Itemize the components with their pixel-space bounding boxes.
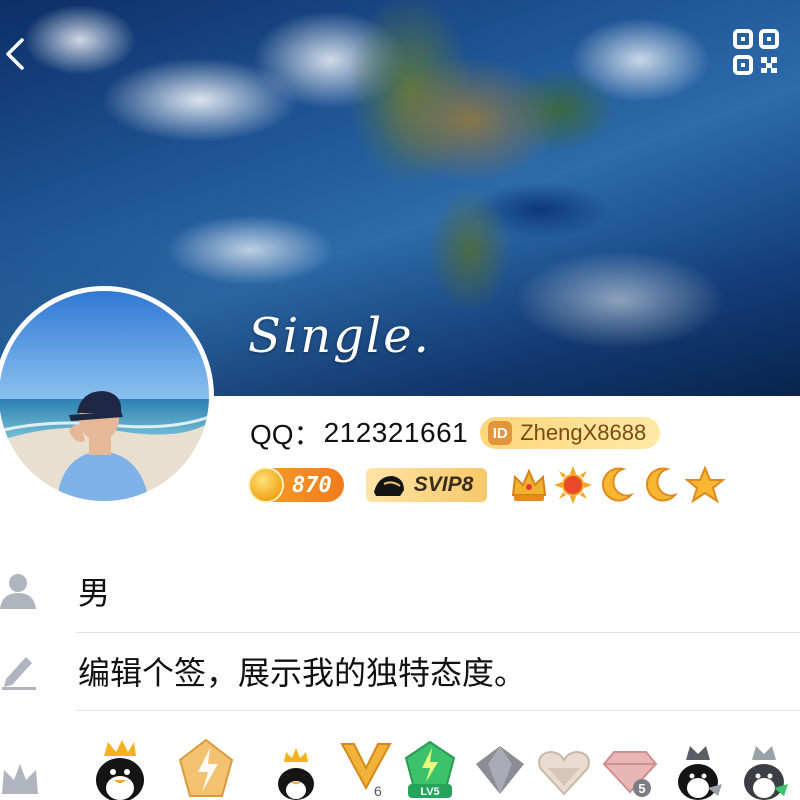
- sun-icon[interactable]: [553, 465, 593, 505]
- diamond-5-icon[interactable]: 5: [600, 738, 660, 800]
- v6-level-text: 6: [374, 783, 382, 799]
- coin-icon: [248, 467, 284, 503]
- nickname-text: Single.: [248, 308, 431, 364]
- back-button[interactable]: [2, 34, 32, 74]
- avatar-photo: [0, 291, 209, 501]
- id-badge-icon: ID: [488, 421, 513, 445]
- diamond-level-text: 5: [638, 781, 645, 796]
- qq-label: QQ：: [250, 419, 322, 450]
- chevron-left-icon: [6, 38, 24, 70]
- lightning-gem-icon[interactable]: [176, 738, 236, 800]
- signature-text: 编辑个签，展示我的独特态度。: [78, 654, 527, 692]
- qr-code-icon: [733, 29, 779, 75]
- avatar[interactable]: [0, 286, 214, 506]
- qq-number: 212321661: [323, 417, 469, 448]
- penguin-crown-icon[interactable]: [266, 738, 326, 800]
- score-badge[interactable]: 870: [248, 467, 344, 503]
- svip-penguin-icon: [373, 476, 404, 496]
- pink-gem-icon[interactable]: [534, 738, 594, 800]
- v6-badge-icon[interactable]: 6: [336, 738, 396, 800]
- moon-icon[interactable]: [641, 465, 681, 505]
- moon-icon[interactable]: [597, 465, 637, 505]
- qq-number-row: QQ： 212321661 ID ZhengX8688: [250, 414, 661, 452]
- gender-row[interactable]: 男: [0, 556, 800, 626]
- crown-icon[interactable]: [509, 465, 549, 505]
- star-icon[interactable]: [685, 465, 726, 505]
- honor-badges-row[interactable]: 6 LV5 5: [0, 738, 800, 800]
- divider: [76, 632, 800, 633]
- pencil-icon: [2, 657, 36, 690]
- penguin-gray-icon[interactable]: [668, 738, 728, 800]
- qr-code-button[interactable]: [732, 28, 780, 76]
- gray-gem-icon[interactable]: [470, 738, 530, 800]
- signature-row[interactable]: 编辑个签，展示我的独特态度。: [0, 636, 800, 706]
- person-icon: [0, 574, 36, 609]
- svip-level-text: SVIP8: [413, 473, 474, 496]
- badges-row: 870 SVIP8: [248, 462, 726, 508]
- qq-id-text: ZhengX8688: [520, 420, 647, 445]
- qq-id-pill[interactable]: ID ZhengX8688: [480, 417, 661, 449]
- penguin-green-icon[interactable]: [734, 738, 794, 800]
- svip-badge[interactable]: SVIP8: [365, 468, 488, 502]
- gender-text: 男: [78, 574, 111, 612]
- lv5-text: LV5: [420, 786, 439, 798]
- lv5-gem-icon[interactable]: LV5: [400, 738, 460, 800]
- penguin-crown-icon[interactable]: [88, 738, 148, 800]
- score-value: 870: [292, 472, 332, 498]
- divider: [76, 710, 800, 711]
- crown-outline-icon: [2, 764, 38, 794]
